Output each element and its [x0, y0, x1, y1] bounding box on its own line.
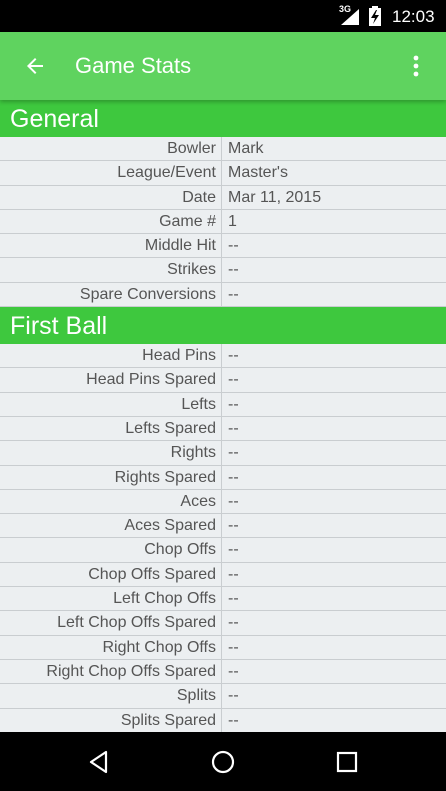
stat-label: Head Pins Spared — [0, 368, 222, 392]
stat-value: 1 — [228, 212, 237, 230]
app-bar: Game Stats — [0, 32, 446, 100]
stat-row: Right Chop Offs Spared -- — [0, 659, 446, 685]
stat-value: -- — [228, 468, 239, 486]
stat-row: Aces Spared -- — [0, 514, 446, 539]
stat-label: Lefts — [0, 392, 222, 416]
stat-label: Chop Offs Spared — [0, 562, 222, 587]
stat-row: Chop Offs -- — [0, 538, 446, 563]
stat-label: Head Pins — [0, 344, 222, 368]
stat-row: Strikes -- — [0, 258, 446, 283]
stat-row: Right Chop Offs -- — [0, 635, 446, 660]
stat-label: Left Chop Offs — [0, 587, 222, 611]
stat-label: Game # — [0, 209, 222, 234]
nav-home-icon[interactable] — [210, 749, 236, 775]
stat-row: Bowler Mark — [0, 137, 446, 162]
stat-row: Rights -- — [0, 441, 446, 466]
stat-row: Splits -- — [0, 684, 446, 709]
stat-value: -- — [228, 237, 239, 255]
stat-label: Middle Hit — [0, 234, 222, 258]
stat-value: Master's — [228, 164, 288, 182]
stat-value: Mark — [228, 140, 264, 157]
stat-label: League/Event — [0, 161, 222, 185]
stat-label: Rights — [0, 441, 222, 465]
stat-row: Left Chop Offs -- — [0, 587, 446, 612]
stat-label: Bowler — [0, 137, 222, 161]
status-bar: 3G 12:03 — [0, 0, 446, 32]
stat-value: -- — [228, 687, 239, 705]
stat-value: -- — [228, 662, 239, 680]
stat-value: -- — [228, 285, 239, 303]
stat-value: -- — [228, 590, 239, 608]
stat-label: Chop Offs — [0, 538, 222, 562]
stat-label: Lefts Spared — [0, 416, 222, 441]
stat-value: -- — [228, 614, 239, 632]
stat-value: -- — [228, 371, 239, 389]
stat-value: -- — [228, 541, 239, 559]
stat-row: Head Pins Spared -- — [0, 368, 446, 393]
screen: 3G 12:03 Game Stats General Bowler Mark L… — [0, 0, 446, 791]
status-time: 12:03 — [392, 7, 435, 26]
stat-value: -- — [228, 444, 239, 462]
nav-recents-icon[interactable] — [334, 749, 360, 775]
stat-value: -- — [228, 395, 239, 413]
stat-value: -- — [228, 419, 239, 437]
more-vert-icon[interactable] — [404, 52, 428, 80]
stats-list[interactable]: General Bowler Mark League/Event Master's … — [0, 100, 446, 732]
section-header-first-ball: First Ball — [0, 307, 446, 345]
page-title: Game Stats — [75, 53, 192, 78]
stat-label: Splits Spared — [0, 708, 222, 732]
nav-back-icon[interactable] — [86, 749, 112, 775]
stat-label: Aces Spared — [0, 514, 222, 538]
stat-value: -- — [228, 261, 239, 279]
stat-row: Left Chop Offs Spared -- — [0, 611, 446, 636]
battery-charging-icon — [369, 6, 381, 26]
stat-row: Date Mar 11, 2015 — [0, 185, 446, 210]
stat-row: Spare Conversions -- — [0, 282, 446, 308]
stat-label: Right Chop Offs — [0, 635, 222, 659]
stat-row: Chop Offs Spared -- — [0, 562, 446, 588]
stat-row: Lefts Spared -- — [0, 416, 446, 442]
stat-row: Splits Spared -- — [0, 708, 446, 732]
navigation-bar — [0, 732, 446, 791]
stat-label: Rights Spared — [0, 465, 222, 489]
stat-row: Rights Spared -- — [0, 465, 446, 490]
signal-icon — [341, 9, 359, 25]
stat-value: -- — [228, 638, 239, 656]
stat-row: Middle Hit -- — [0, 234, 446, 259]
stat-row: Game # 1 — [0, 209, 446, 235]
section-header-general: General — [0, 100, 446, 137]
stat-value: -- — [228, 565, 239, 583]
stat-label: Date — [0, 185, 222, 209]
stat-label: Splits — [0, 684, 222, 708]
stat-value: Mar 11, 2015 — [228, 188, 322, 206]
stat-row: Head Pins -- — [0, 344, 446, 369]
stat-value: -- — [228, 492, 239, 510]
stat-label: Spare Conversions — [0, 282, 222, 307]
stat-label: Left Chop Offs Spared — [0, 611, 222, 635]
stat-row: Aces -- — [0, 489, 446, 515]
stat-label: Right Chop Offs Spared — [0, 659, 222, 684]
stat-value: -- — [228, 711, 239, 729]
stat-value: -- — [228, 347, 239, 365]
stat-row: Lefts -- — [0, 392, 446, 417]
stat-value: -- — [228, 517, 239, 535]
stat-label: Aces — [0, 489, 222, 514]
stat-label: Strikes — [0, 258, 222, 282]
arrow-back-icon[interactable] — [23, 54, 47, 78]
stat-row: League/Event Master's — [0, 161, 446, 186]
